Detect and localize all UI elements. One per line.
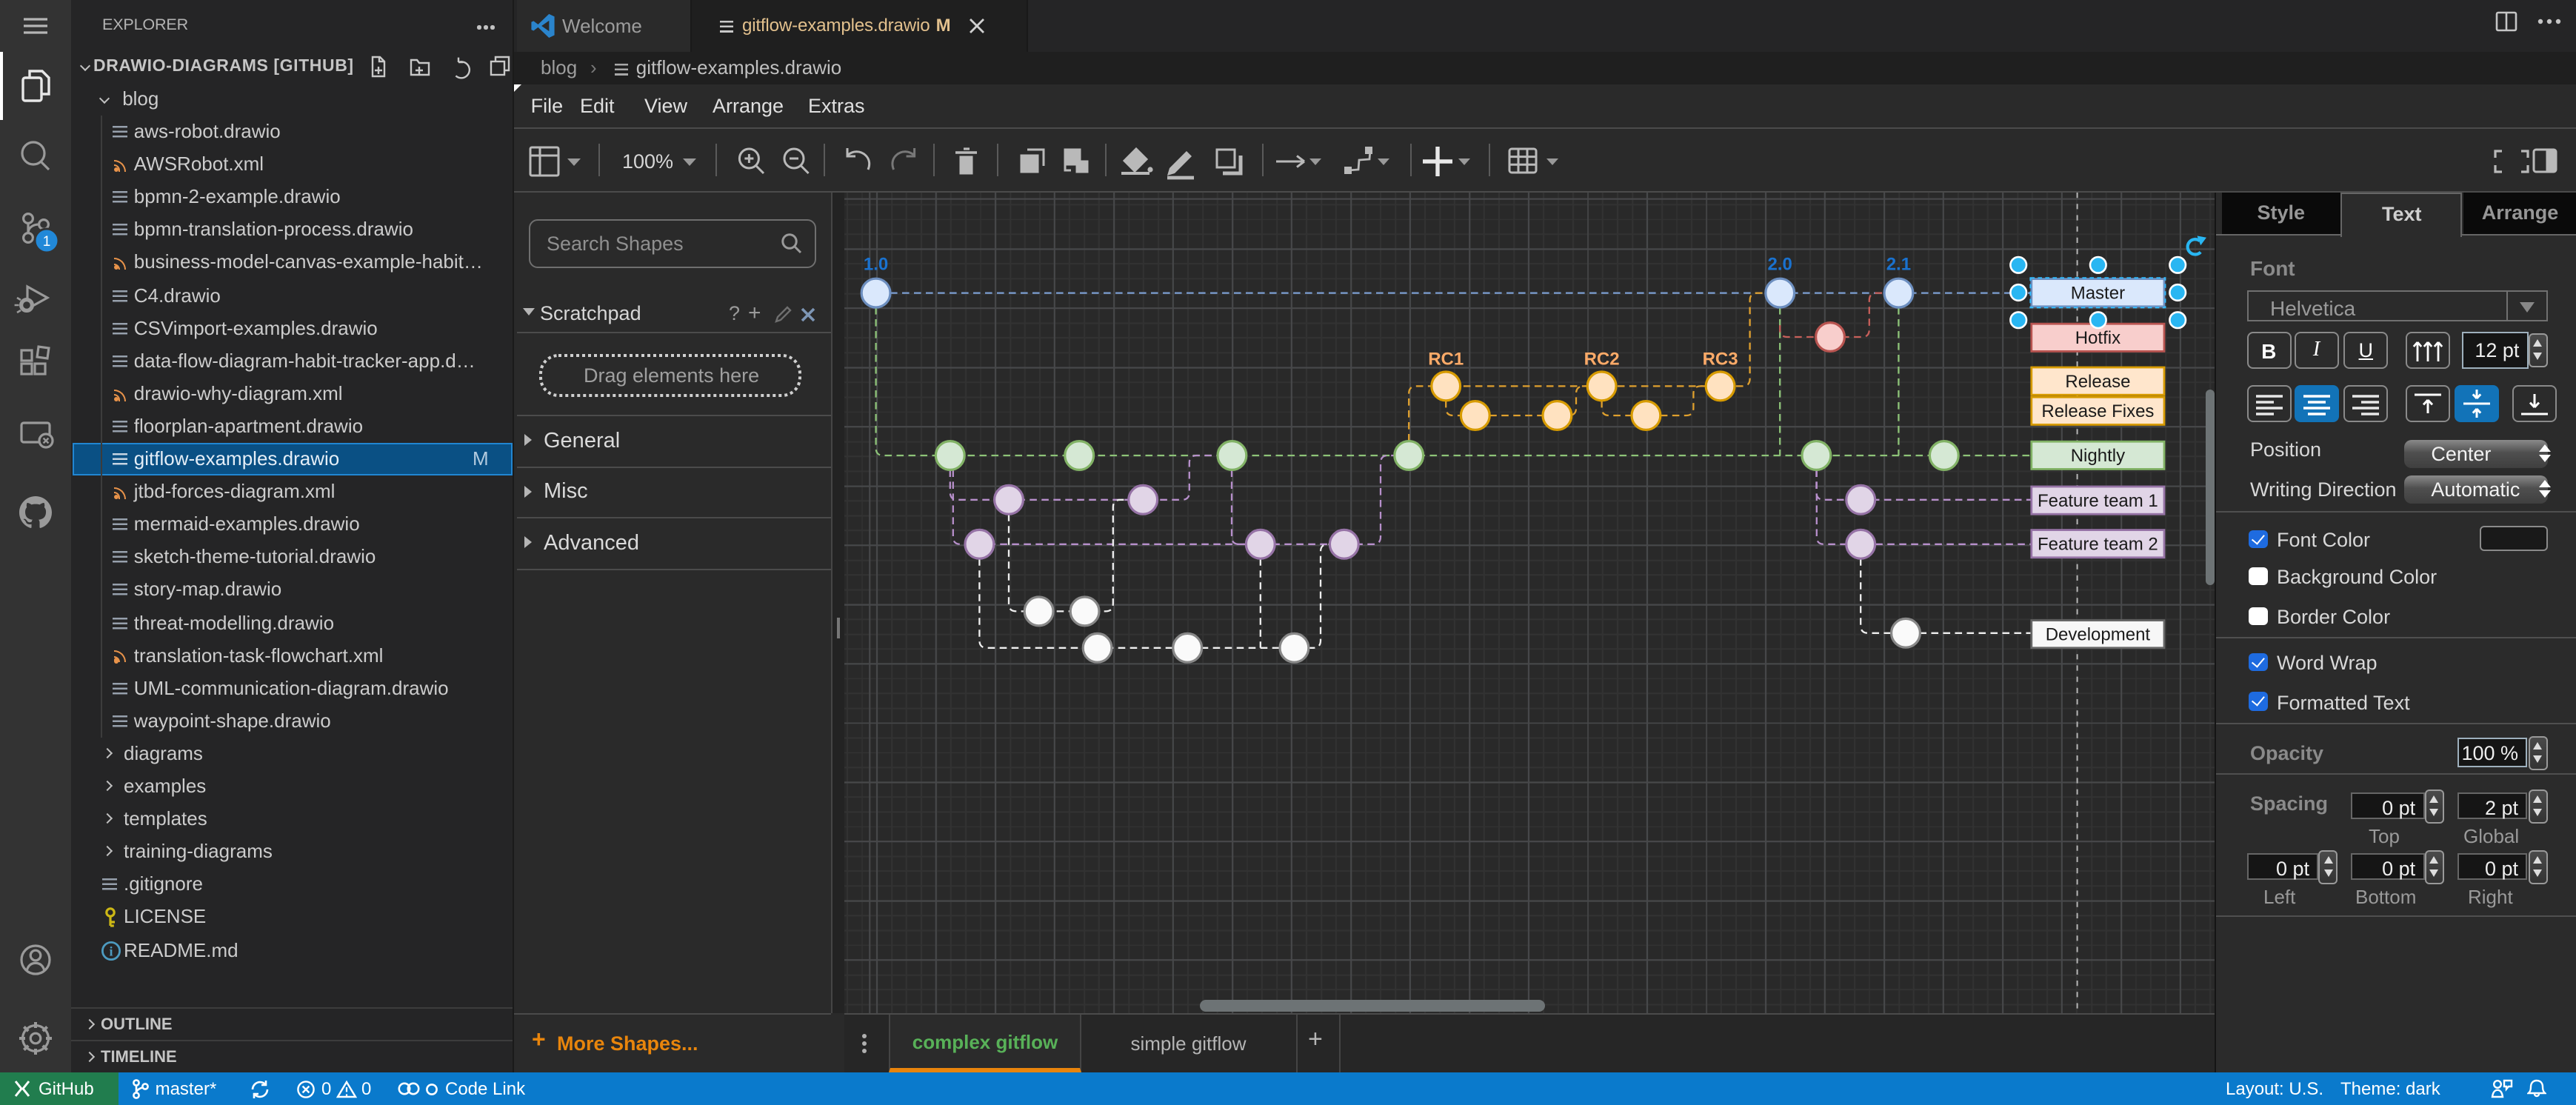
svg-text:Release: Release <box>2065 372 2130 392</box>
svg-text:i: i <box>109 944 113 958</box>
svg-text:RC2: RC2 <box>1584 349 1620 369</box>
svg-text:Hotfix: Hotfix <box>2075 328 2120 348</box>
svg-text:Release Fixes: Release Fixes <box>2041 401 2154 421</box>
svg-text:Master: Master <box>2071 284 2125 304</box>
svg-text:1: 1 <box>43 234 51 250</box>
svg-text:Feature team 1: Feature team 1 <box>2038 491 2158 511</box>
svg-text:2.0: 2.0 <box>1768 255 1792 275</box>
svg-text:1.0: 1.0 <box>864 255 888 275</box>
svg-text:Development: Development <box>2046 625 2151 645</box>
svg-text:Nightly: Nightly <box>2071 446 2125 466</box>
svg-text:RC1: RC1 <box>1428 349 1464 369</box>
svg-text:Feature team 2: Feature team 2 <box>2038 535 2158 555</box>
svg-text:100%: 100% <box>622 150 673 172</box>
svg-text:RC3: RC3 <box>1703 349 1738 369</box>
svg-text:2.1: 2.1 <box>1886 255 1911 275</box>
